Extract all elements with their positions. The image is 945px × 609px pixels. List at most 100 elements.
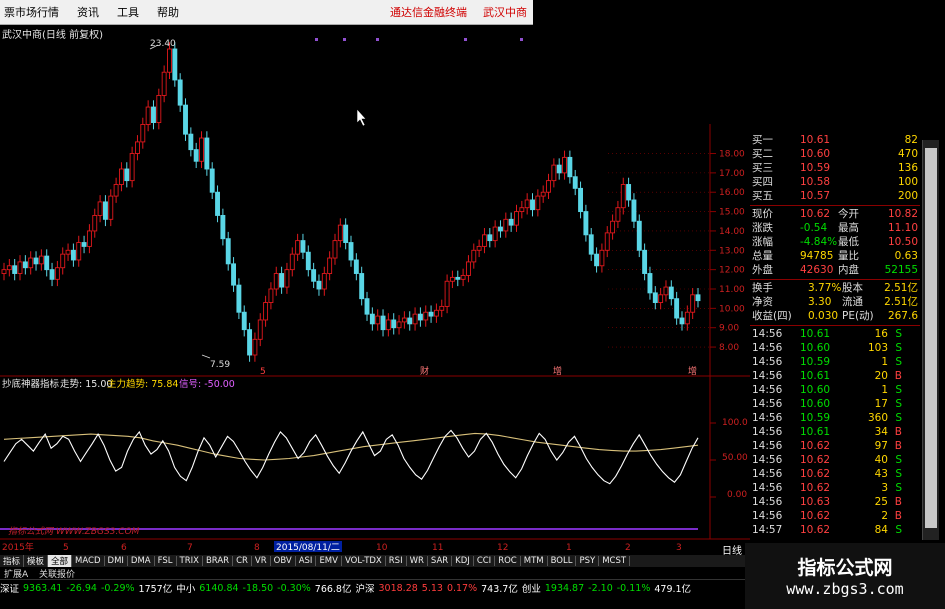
tab-sar[interactable]: SAR xyxy=(428,556,453,566)
candle xyxy=(620,177,626,215)
candle-body xyxy=(476,245,482,251)
bid-row: 买三 10.59 136 xyxy=(750,161,920,175)
tab-mcst[interactable]: MCST xyxy=(599,556,631,566)
tab-cci[interactable]: CCI xyxy=(474,556,496,566)
stat-value: 42630 xyxy=(800,264,834,276)
candle xyxy=(498,220,503,238)
candle xyxy=(663,280,669,302)
candle xyxy=(204,131,210,176)
fund-value: 267.6 xyxy=(887,310,918,322)
candle-body xyxy=(86,230,92,247)
tab-obv[interactable]: OBV xyxy=(271,556,296,566)
candle-body xyxy=(503,218,509,232)
candle xyxy=(102,195,108,227)
tab-模板[interactable]: 模板 xyxy=(24,555,49,567)
candle xyxy=(626,177,632,207)
terminal-brand-link[interactable]: 通达信金融终端 xyxy=(390,4,467,20)
menu-market[interactable]: 票市场行情 xyxy=(0,4,63,20)
candle-body xyxy=(22,261,28,269)
tab-dmi[interactable]: DMI xyxy=(105,556,128,566)
tick-time: 14:56 xyxy=(752,468,783,480)
tab-psy[interactable]: PSY xyxy=(576,556,600,566)
extension-row: 扩展A 关联报价 xyxy=(0,567,745,580)
candle-body xyxy=(215,191,220,216)
menu-help[interactable]: 帮助 xyxy=(153,4,183,20)
candle xyxy=(407,311,413,331)
price-axis: 18.00 17.00 16.00 15.00 14.00 13.00 12.00 11.00… xyxy=(719,150,745,354)
tick-price: 10.61 xyxy=(800,370,831,382)
mouse-cursor-icon xyxy=(356,108,367,127)
time-axis-label: 5 xyxy=(63,543,69,553)
tick-volume: 103 xyxy=(867,342,888,354)
candle-body xyxy=(615,207,621,222)
candle-body xyxy=(417,313,423,321)
tab-wr[interactable]: WR xyxy=(407,556,428,566)
stat-row: 涨跌 -0.54 最高 11.10 xyxy=(750,221,920,235)
candle-body xyxy=(300,240,306,253)
candle xyxy=(199,131,204,169)
candle xyxy=(247,322,253,362)
tick-side: S xyxy=(895,356,902,368)
tab-dma[interactable]: DMA xyxy=(128,556,155,566)
event-marker-2: 增 xyxy=(553,365,562,377)
candle-body xyxy=(556,164,562,174)
tick-volume: 43 xyxy=(874,468,888,480)
candle-body xyxy=(535,195,541,211)
tab-全部[interactable]: 全部 xyxy=(48,555,73,567)
fund-row: 收益(四) 0.030 PE(动) 267.6 xyxy=(750,309,920,323)
menu-news[interactable]: 资讯 xyxy=(73,4,103,20)
tab-emv[interactable]: EMV xyxy=(316,556,342,566)
candle xyxy=(540,185,546,203)
price-tick-label: 16.00 xyxy=(719,188,745,198)
candle-body xyxy=(369,313,375,325)
tab-macd[interactable]: MACD xyxy=(72,556,105,566)
tick-side: B xyxy=(894,440,902,452)
tick-volume: 17 xyxy=(874,398,888,410)
bid-label: 买二 xyxy=(752,148,773,160)
tab-brar[interactable]: BRAR xyxy=(203,556,234,566)
tick-volume: 16 xyxy=(874,328,888,340)
scroll-thumb[interactable] xyxy=(925,148,937,528)
tab-asi[interactable]: ASI xyxy=(296,556,317,566)
bid-label: 买四 xyxy=(752,176,773,188)
candle-body xyxy=(583,211,589,236)
tab-vol-tdx[interactable]: VOL-TDX xyxy=(342,556,386,566)
candle-body xyxy=(492,226,498,242)
tick-time: 14:56 xyxy=(752,384,783,396)
price-tick-label: 17.00 xyxy=(719,169,745,179)
tab-rsi[interactable]: RSI xyxy=(386,556,407,566)
stat-label: 外盘 xyxy=(752,264,773,276)
tab-cr[interactable]: CR xyxy=(233,556,252,566)
tab-mtm[interactable]: MTM xyxy=(521,556,548,566)
menu-tools[interactable]: 工具 xyxy=(113,4,143,20)
candle xyxy=(257,313,263,347)
tick-price: 10.61 xyxy=(800,328,831,340)
tab-fsl[interactable]: FSL xyxy=(155,556,177,566)
bid-price: 10.60 xyxy=(800,148,831,160)
tab-roc[interactable]: ROC xyxy=(495,556,521,566)
kline-chart[interactable]: 18.0017.0016.0015.0014.0013.0012.0011.00… xyxy=(0,24,750,555)
tick-time: 14:56 xyxy=(752,440,783,452)
bid-volume: 200 xyxy=(897,190,918,202)
tick-volume: 1 xyxy=(881,356,888,368)
tab-指标[interactable]: 指标 xyxy=(0,555,25,567)
tab-boll[interactable]: BOLL xyxy=(548,556,577,566)
stat-label: 总量 xyxy=(752,250,773,262)
candle xyxy=(695,288,701,308)
panel-scrollbar[interactable] xyxy=(922,140,939,540)
candle xyxy=(482,228,487,254)
fund-label: PE(动) xyxy=(842,310,874,322)
event-marker-0: 5 xyxy=(260,367,266,377)
candle-body xyxy=(295,240,301,255)
tick-row: 14:57 10.62 84 S xyxy=(750,523,920,537)
site-watermark: 指标公式网 www.zbgs3.com xyxy=(745,543,945,609)
index-value: 9363.41 xyxy=(23,582,63,594)
tab-trix[interactable]: TRIX xyxy=(177,556,203,566)
candle xyxy=(49,262,55,287)
tick-side: S xyxy=(895,412,902,424)
candle xyxy=(332,233,338,265)
tick-price: 10.61 xyxy=(800,426,831,438)
candle xyxy=(556,158,562,180)
tab-kdj[interactable]: KDJ xyxy=(452,556,474,566)
tab-vr[interactable]: VR xyxy=(252,556,271,566)
